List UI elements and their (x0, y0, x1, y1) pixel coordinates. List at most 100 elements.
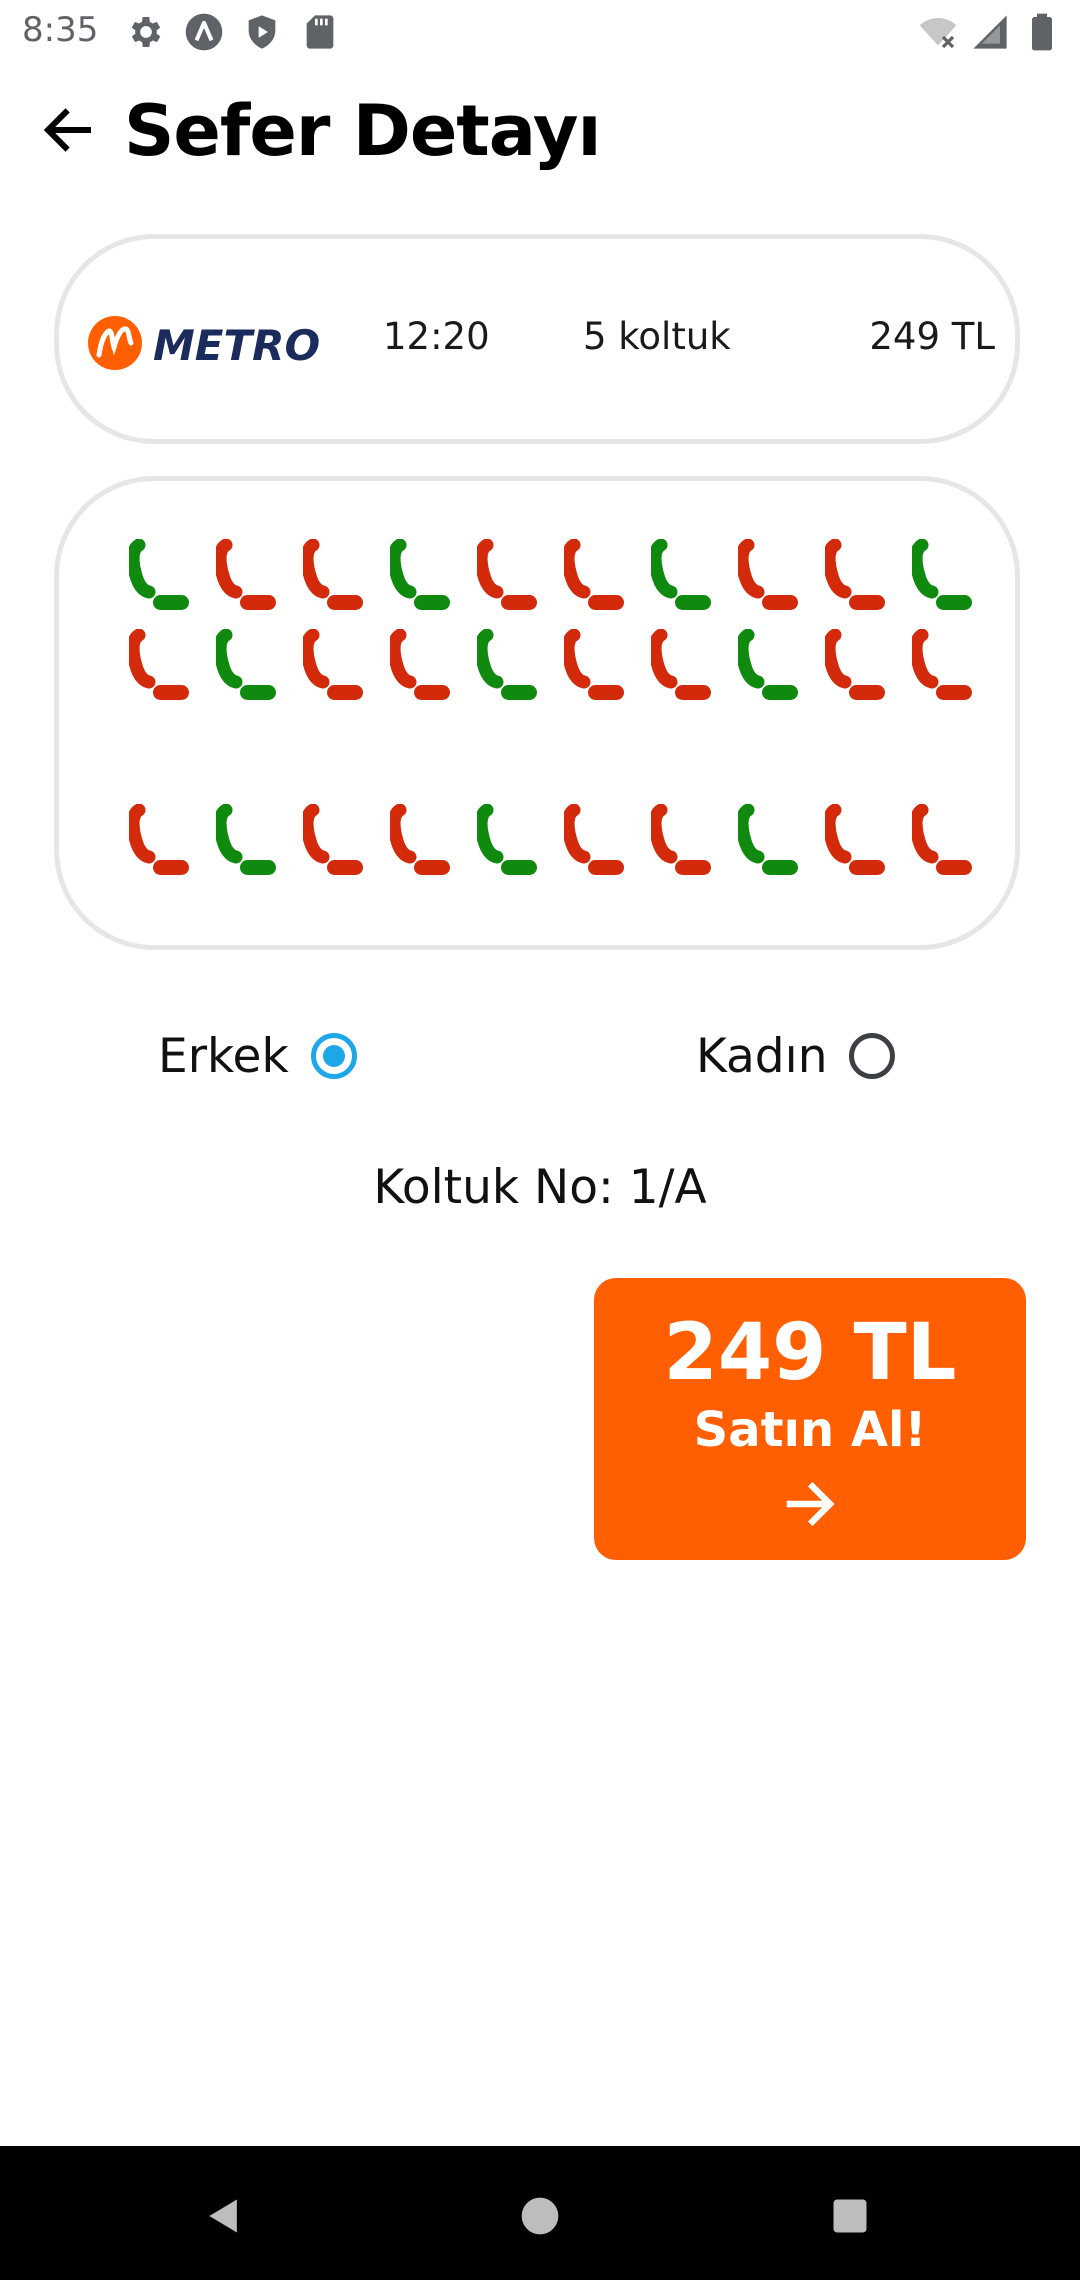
seat-available[interactable] (390, 539, 452, 621)
seat-icon (912, 629, 972, 700)
shield-icon (248, 15, 276, 49)
company-name: METRO (153, 321, 320, 370)
seat-occupied[interactable] (303, 629, 365, 711)
seat-icon (477, 804, 537, 875)
seat-occupied[interactable] (912, 629, 974, 711)
buy-label: Satın Al! (693, 1402, 927, 1458)
seat-available[interactable] (477, 804, 539, 886)
seat-icon (651, 629, 711, 700)
seat-icon (651, 539, 711, 610)
seat-occupied[interactable] (303, 804, 365, 886)
seat-icon (216, 539, 276, 610)
signal-icon (973, 15, 1007, 49)
gender-female-option[interactable]: Kadın (696, 1018, 896, 1094)
status-time: 8:35 (22, 10, 99, 50)
app-icon (185, 13, 223, 51)
arrow-back-icon (43, 108, 91, 152)
seat-icon (303, 629, 363, 700)
seat-icon (738, 804, 798, 875)
gender-male-label: Erkek (158, 1028, 289, 1084)
back-button[interactable] (30, 92, 106, 168)
seat-icon (564, 539, 624, 610)
seat-available[interactable] (738, 804, 800, 886)
seat-icon (390, 629, 450, 700)
seat-icon (912, 539, 972, 610)
seat-occupied[interactable] (651, 804, 713, 886)
seat-occupied[interactable] (825, 804, 887, 886)
status-icons-right (918, 12, 1062, 52)
seat-available[interactable] (651, 539, 713, 621)
sd-card-icon (306, 15, 334, 49)
trip-price: 249 TL (869, 315, 995, 358)
seat-occupied[interactable] (651, 629, 713, 711)
nav-recents-icon (833, 2199, 867, 2233)
seat-occupied[interactable] (912, 804, 974, 886)
nav-home-icon (521, 2197, 559, 2235)
seat-icon (651, 804, 711, 875)
seat-occupied[interactable] (216, 539, 278, 621)
seat-icon (303, 804, 363, 875)
seat-occupied[interactable] (129, 629, 191, 711)
nav-back-button[interactable] (184, 2176, 264, 2256)
seat-occupied[interactable] (825, 629, 887, 711)
seat-map (54, 476, 1020, 950)
seat-available[interactable] (129, 539, 191, 621)
seat-icon (738, 539, 798, 610)
nav-recents-button[interactable] (810, 2176, 890, 2256)
wifi-icon (919, 18, 957, 49)
seat-occupied[interactable] (303, 539, 365, 621)
buy-price: 249 TL (663, 1308, 957, 1398)
company-logo: METRO (88, 316, 320, 370)
seat-icon (825, 804, 885, 875)
seat-occupied[interactable] (390, 629, 452, 711)
seat-occupied[interactable] (390, 804, 452, 886)
seat-occupied[interactable] (825, 539, 887, 621)
app-header: Sefer Detayı (0, 80, 1080, 180)
seat-icon (303, 539, 363, 610)
seat-icon (477, 539, 537, 610)
seat-icon (390, 804, 450, 875)
system-nav-bar (0, 2146, 1080, 2280)
seat-icon (129, 629, 189, 700)
seat-available[interactable] (216, 804, 278, 886)
seat-icon (477, 629, 537, 700)
seat-occupied[interactable] (564, 539, 626, 621)
arrow-forward-icon (786, 1481, 835, 1527)
gender-male-radio[interactable] (310, 1033, 357, 1079)
selected-seat-number: Koltuk No: 1/A (373, 1160, 707, 1215)
trip-info-card: METRO 12:20 5 koltuk 249 TL (54, 234, 1020, 444)
status-bar: 8:35 (0, 0, 1080, 66)
gender-female-radio[interactable] (849, 1033, 896, 1079)
seat-icon (825, 629, 885, 700)
seat-occupied[interactable] (564, 629, 626, 711)
seat-icon (564, 804, 624, 875)
trip-time: 12:20 (383, 315, 490, 358)
seat-occupied[interactable] (477, 539, 539, 621)
seat-icon (129, 804, 189, 875)
nav-back-icon (209, 2199, 237, 2233)
trip-seat-count: 5 koltuk (583, 315, 731, 358)
settings-icon (131, 17, 161, 47)
battery-icon (1032, 13, 1052, 51)
nav-home-button[interactable] (500, 2176, 580, 2256)
gender-female-label: Kadın (696, 1028, 828, 1084)
seat-occupied[interactable] (564, 804, 626, 886)
seat-icon (390, 539, 450, 610)
seat-icon (912, 804, 972, 875)
page-title: Sefer Detayı (124, 90, 601, 172)
seat-available[interactable] (477, 629, 539, 711)
seat-icon (216, 629, 276, 700)
seat-occupied[interactable] (738, 539, 800, 621)
seat-icon (738, 629, 798, 700)
status-icons-left (126, 12, 340, 52)
seat-icon (564, 629, 624, 700)
seat-occupied[interactable] (129, 804, 191, 886)
gender-male-option[interactable]: Erkek (158, 1018, 357, 1094)
buy-button[interactable]: 249 TL Satın Al! (594, 1278, 1026, 1560)
seat-available[interactable] (738, 629, 800, 711)
seat-available[interactable] (912, 539, 974, 621)
seat-icon (825, 539, 885, 610)
seat-available[interactable] (216, 629, 278, 711)
seat-icon (129, 539, 189, 610)
seat-icon (216, 804, 276, 875)
